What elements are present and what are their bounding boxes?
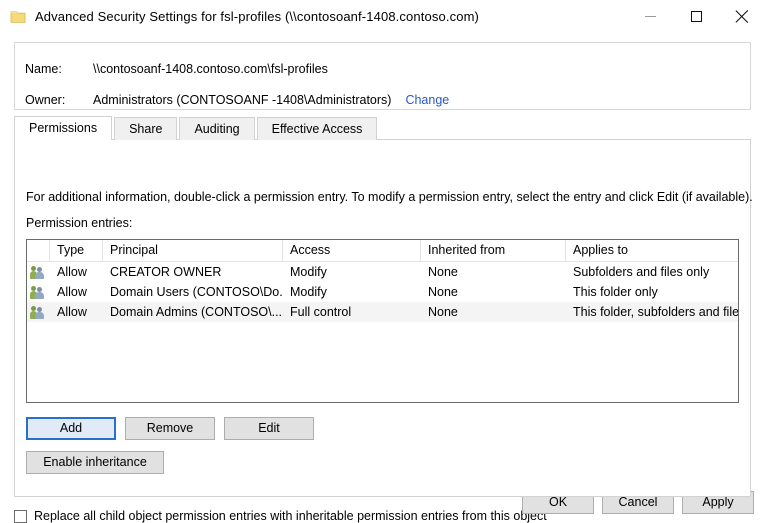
row-inherited-from: None [421,303,566,322]
close-button[interactable] [719,0,765,33]
permission-entries-label: Permission entries: [26,216,132,230]
change-owner-link[interactable]: Change [405,93,449,107]
edit-button[interactable]: Edit [224,417,314,440]
column-header-applies-to[interactable]: Applies to [566,240,738,261]
maximize-icon [691,11,702,22]
name-value: \\contosoanf-1408.contoso.com\fsl-profil… [93,62,328,76]
row-applies-to: Subfolders and files only [566,263,738,282]
maximize-button[interactable] [673,0,719,33]
window-title: Advanced Security Settings for fsl-profi… [35,9,479,24]
table-row[interactable]: Allow Domain Users (CONTOSO\Do... Modify… [27,282,738,302]
table-row[interactable]: Allow Domain Admins (CONTOSO\... Full co… [27,302,738,322]
row-applies-to: This folder, subfolders and files [566,303,738,322]
row-type: Allow [50,303,103,322]
remove-button[interactable]: Remove [125,417,215,440]
tab-permissions[interactable]: Permissions [14,116,112,140]
table-row[interactable]: Allow CREATOR OWNER Modify None Subfolde… [27,262,738,282]
name-row: Name: \\contosoanf-1408.contoso.com\fsl-… [15,59,750,79]
row-access: Modify [283,263,421,282]
column-header-icon[interactable] [27,240,50,261]
window-controls [627,0,765,33]
row-inherited-from: None [421,263,566,282]
column-header-principal[interactable]: Principal [103,240,283,261]
row-access: Modify [283,283,421,302]
tab-auditing[interactable]: Auditing [179,117,254,140]
row-principal: Domain Admins (CONTOSO\... [103,303,283,322]
column-header-type[interactable]: Type [50,240,103,261]
add-button[interactable]: Add [26,417,116,440]
info-text: For additional information, double-click… [26,190,753,204]
column-header-inherited-from[interactable]: Inherited from [421,240,566,261]
object-info-box: Name: \\contosoanf-1408.contoso.com\fsl-… [14,42,751,110]
title-bar: Advanced Security Settings for fsl-profi… [0,0,765,33]
owner-label: Owner: [15,93,93,107]
minimize-button[interactable] [627,0,673,33]
row-type: Allow [50,283,103,302]
owner-row: Owner: Administrators (CONTOSOANF -1408\… [15,90,750,110]
row-principal: Domain Users (CONTOSO\Do... [103,283,283,302]
owner-value: Administrators (CONTOSOANF -1408\Adminis… [93,93,391,107]
row-principal: CREATOR OWNER [103,263,283,282]
group-icon [27,265,50,279]
row-applies-to: This folder only [566,283,738,302]
list-header-row: Type Principal Access Inherited from App… [27,240,738,262]
tab-strip: Permissions Share Auditing Effective Acc… [14,117,751,140]
folder-icon [10,9,26,25]
tab-effective-access[interactable]: Effective Access [257,117,378,140]
close-icon [736,10,749,23]
tab-share[interactable]: Share [114,117,177,140]
enable-inheritance-button[interactable]: Enable inheritance [26,451,164,474]
group-icon [27,285,50,299]
name-label: Name: [15,62,93,76]
row-type: Allow [50,263,103,282]
row-inherited-from: None [421,283,566,302]
permissions-tab-panel: For additional information, double-click… [14,139,751,497]
dialog-body: Name: \\contosoanf-1408.contoso.com\fsl-… [0,33,765,518]
group-icon [27,305,50,319]
row-access: Full control [283,303,421,322]
column-header-access[interactable]: Access [283,240,421,261]
minimize-icon [645,16,656,17]
permission-entries-list[interactable]: Type Principal Access Inherited from App… [26,239,739,403]
